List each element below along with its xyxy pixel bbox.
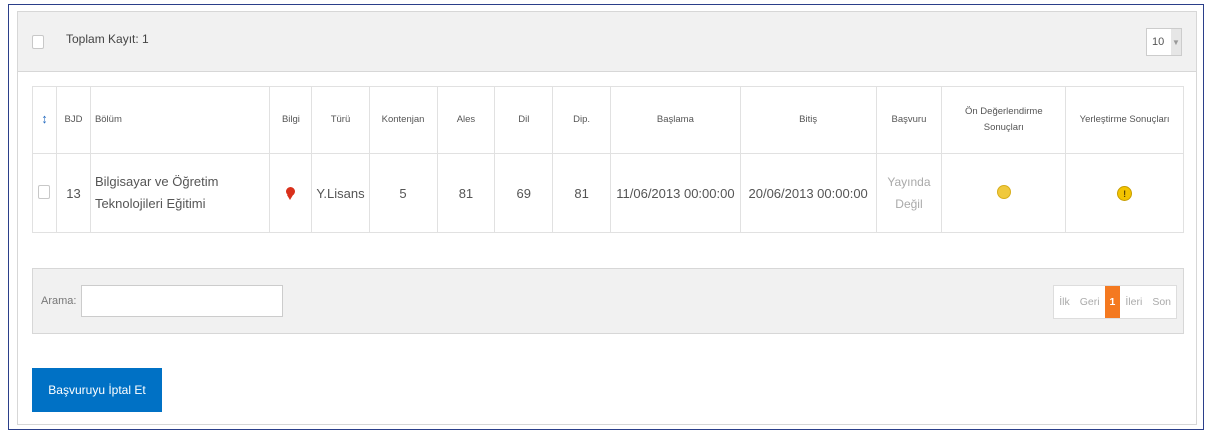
col-header-bolum[interactable]: Bölüm [89, 86, 271, 154]
col-header-on-degerlendirme: Ön Değerlendirme Sonuçları [941, 86, 1067, 154]
col-header-dip[interactable]: Dip. [552, 86, 612, 154]
cell-bolum: Bilgisayar ve Öğretim Teknolojileri Eğit… [89, 153, 271, 233]
applications-panel: Toplam Kayıt: 1 10 ▼ ↕ BJD Bölüm Bilgi T… [17, 11, 1197, 425]
col-header-basvuru: Başvuru [875, 86, 943, 154]
chevron-down-icon: ▼ [1171, 29, 1181, 55]
cancel-application-button[interactable]: Başvuruyu İptal Et [32, 368, 162, 412]
cell-ales: 81 [436, 153, 496, 233]
col-header-bjd[interactable]: BJD [55, 86, 91, 154]
total-records: Toplam Kayıt: 1 [66, 32, 149, 46]
cell-turu: Y.Lisans [311, 153, 370, 233]
col-header-turu[interactable]: Türü [311, 86, 370, 154]
sort-icon[interactable]: ↕ [41, 111, 48, 126]
pagination-next[interactable]: İleri [1120, 286, 1147, 318]
pagination-page-1[interactable]: 1 [1104, 286, 1121, 318]
cell-basvuru: Yayında Değil [875, 153, 943, 233]
col-header-yerlestirme: Yerleştirme Sonuçları [1065, 86, 1184, 154]
pagination-last[interactable]: Son [1147, 286, 1176, 318]
sort-column-header[interactable]: ↕ [32, 86, 57, 154]
page-size-value: 10 [1152, 36, 1165, 48]
col-header-ales[interactable]: Ales [436, 86, 496, 154]
col-header-bilgi: Bilgi [269, 86, 313, 154]
table-row: 13 Bilgisayar ve Öğretim Teknolojileri E… [32, 153, 1184, 233]
pagination: İlk Geri 1 İleri Son [1053, 285, 1177, 319]
col-header-kontenjan[interactable]: Kontenjan [368, 86, 438, 154]
col-header-dil[interactable]: Dil [494, 86, 554, 154]
search-label: Arama: [41, 295, 77, 307]
applications-table: ↕ BJD Bölüm Bilgi Türü Kontenjan Ales Di… [32, 86, 1184, 233]
col-header-baslama[interactable]: Başlama [610, 86, 741, 154]
cell-kontenjan: 5 [368, 153, 438, 233]
award-icon[interactable] [286, 186, 296, 200]
row-checkbox[interactable] [38, 184, 51, 199]
page-size-select[interactable]: 10 ▼ [1146, 28, 1182, 56]
window-frame: Toplam Kayıt: 1 10 ▼ ↕ BJD Bölüm Bilgi T… [8, 4, 1204, 430]
cell-bitis: 20/06/2013 00:00:00 [739, 153, 877, 233]
warning-icon[interactable]: ! [1117, 186, 1133, 202]
table-header-row: ↕ BJD Bölüm Bilgi Türü Kontenjan Ales Di… [32, 86, 1184, 154]
search-input[interactable] [81, 285, 283, 317]
cell-dip: 81 [552, 153, 612, 233]
col-header-bitis[interactable]: Bitiş [739, 86, 877, 154]
table-toolbar: Toplam Kayıt: 1 10 ▼ [18, 12, 1196, 72]
cell-yerlestirme: ! [1065, 153, 1184, 233]
yellow-dot-icon[interactable] [996, 184, 1011, 199]
pagination-first[interactable]: İlk [1054, 286, 1075, 318]
pagination-prev[interactable]: Geri [1075, 286, 1105, 318]
cell-on-degerlendirme [941, 153, 1067, 233]
row-checkbox-cell [32, 153, 57, 233]
cell-dil: 69 [494, 153, 554, 233]
search-bar: Arama: İlk Geri 1 İleri Son [32, 268, 1184, 334]
cell-baslama: 11/06/2013 00:00:00 [610, 153, 741, 233]
cell-bilgi[interactable] [269, 153, 313, 233]
select-all-checkbox[interactable] [32, 35, 44, 49]
cell-bjd: 13 [55, 153, 91, 233]
